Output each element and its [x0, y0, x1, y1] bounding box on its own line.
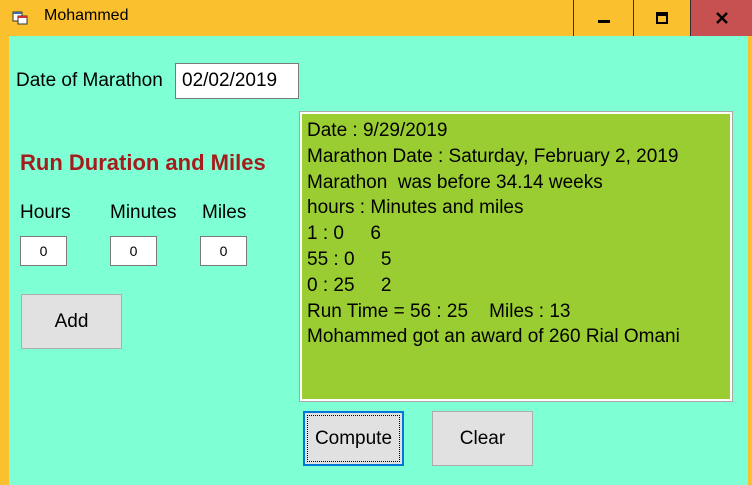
app-icon	[12, 9, 28, 25]
form-client-area: Date of Marathon 02/02/2019 Run Duration…	[9, 36, 750, 485]
window-title: Mohammed	[44, 7, 129, 24]
clear-button[interactable]: Clear	[432, 411, 533, 466]
output-line: Mohammed got an award of 260 Rial Omani	[307, 326, 680, 348]
section-title: Run Duration and Miles	[20, 150, 266, 175]
output-line: 1 : 0 6	[307, 223, 381, 245]
date-label: Date of Marathon	[16, 70, 163, 91]
hours-label: Hours	[20, 202, 71, 223]
output-line: Run Time = 56 : 25 Miles : 13	[307, 300, 571, 322]
minutes-label: Minutes	[110, 202, 177, 223]
compute-button[interactable]: Compute	[303, 411, 404, 466]
output-line: Marathon was before 34.14 weeks	[307, 171, 603, 193]
minimize-button[interactable]	[573, 0, 633, 36]
add-button[interactable]: Add	[21, 294, 122, 349]
output-line: 55 : 0 5	[307, 248, 392, 270]
minimize-icon	[597, 11, 611, 25]
hours-input[interactable]: 0	[20, 236, 67, 266]
output-line: Date : 9/29/2019	[307, 120, 448, 141]
output-line: hours : Minutes and miles	[307, 197, 524, 219]
title-bar[interactable]: Mohammed	[0, 0, 752, 36]
maximize-icon	[655, 11, 669, 25]
minutes-input[interactable]: 0	[110, 236, 157, 266]
clear-button-label: Clear	[459, 427, 506, 449]
close-button[interactable]	[690, 0, 752, 36]
app-window: Mohammed Date of Marathon 02/02/2019 Run…	[0, 0, 752, 485]
output-line: Marathon Date : Saturday, February 2, 20…	[307, 145, 679, 167]
close-icon	[715, 11, 729, 25]
output-textbox[interactable]: Date : 9/29/2019 Marathon Date : Saturda…	[299, 111, 733, 402]
maximize-button[interactable]	[633, 0, 690, 36]
miles-label: Miles	[202, 202, 247, 223]
output-line: 0 : 25 2	[307, 274, 392, 296]
focus-rectangle	[307, 415, 400, 462]
window-right-border	[748, 36, 752, 485]
add-button-label: Add	[54, 310, 89, 332]
date-of-marathon-input[interactable]: 02/02/2019	[175, 63, 299, 99]
miles-input[interactable]: 0	[200, 236, 247, 266]
